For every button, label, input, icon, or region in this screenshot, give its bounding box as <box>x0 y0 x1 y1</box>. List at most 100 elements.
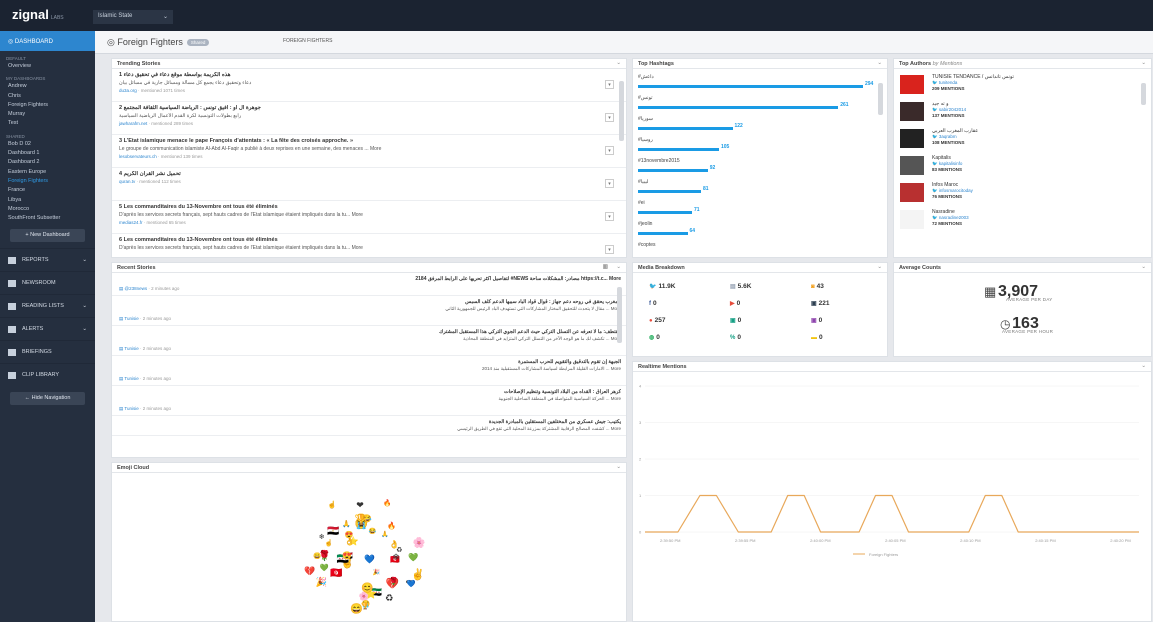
avatar[interactable] <box>900 156 924 175</box>
hashtag-label[interactable]: #روسيا <box>638 137 882 143</box>
media-stat[interactable]: ▣ 0 <box>811 317 822 324</box>
hashtag-row[interactable]: #سوريا 122 <box>633 114 887 135</box>
sidebar-item[interactable]: Bob D 02 <box>0 140 95 149</box>
hashtag-row[interactable]: #داعش 294 <box>633 72 887 93</box>
hashtag-row[interactable]: #روسيا 105 <box>633 135 887 156</box>
recent-source-link[interactable]: Tunisie <box>124 316 138 321</box>
trending-story[interactable]: 4 تحميل نشر القرآن الكريم quran.tv · ment… <box>112 168 626 201</box>
hashtag-label[interactable]: #سوريا <box>638 116 882 122</box>
chevron-down-icon[interactable]: ⌄ <box>1141 264 1146 270</box>
sidebar-item[interactable]: Test <box>0 119 95 128</box>
story-menu-button[interactable]: ▾ <box>605 245 614 254</box>
story-source-link[interactable]: medias24.fr <box>119 220 143 225</box>
story-source-link[interactable]: lesobservateurs.ch <box>119 154 157 159</box>
media-stat[interactable]: ▤ 5.6K <box>730 283 751 290</box>
media-stat[interactable]: % 0 <box>730 334 741 341</box>
sidebar-item[interactable]: Overview <box>0 62 95 71</box>
chevron-down-icon[interactable]: ⌄ <box>616 264 621 270</box>
recent-title[interactable]: المغرب يحقق في روحه دعم جهاز : قوال قواد… <box>119 299 621 305</box>
app-logo[interactable]: zignal LABS <box>12 7 64 22</box>
recent-title[interactable]: مقتطف: ما لا تعرفه عن التسلل التركي حيث … <box>119 329 621 335</box>
columns-icon[interactable]: ▥ <box>603 264 608 270</box>
story-title[interactable]: 3 L'État islamique menace le pape Franço… <box>119 138 621 144</box>
story-menu-button[interactable]: ▾ <box>605 146 614 155</box>
trending-story[interactable]: 1 هذه الكريمة بواسطة موقع دعاء في تحقيق … <box>112 69 626 102</box>
hashtag-label[interactable]: #ليبيا <box>638 179 882 185</box>
sidebar-nav-item[interactable]: ALERTS ⌄ <box>0 317 95 340</box>
chevron-down-icon[interactable]: ⌄ <box>1141 60 1146 66</box>
media-stat[interactable]: f0 <box>649 300 657 307</box>
chevron-down-icon[interactable]: ⌄ <box>616 60 621 66</box>
chevron-down-icon[interactable]: ⌄ <box>616 464 621 470</box>
recent-source-link[interactable]: @238news <box>125 286 148 291</box>
sidebar-item[interactable]: Andrew <box>0 82 95 91</box>
hashtag-label[interactable]: #jeolin <box>638 221 882 227</box>
sidebar-nav-item[interactable]: NEWSROOM <box>0 271 95 294</box>
sidebar-nav-item[interactable]: CLIP LIBRARY <box>0 363 95 386</box>
trending-story[interactable]: 6 Les commanditaires du 13-Novembre ont … <box>112 234 626 257</box>
sidebar-item[interactable]: France <box>0 186 95 195</box>
sidebar-item[interactable]: Dashboard 2 <box>0 158 95 167</box>
avatar[interactable] <box>900 183 924 202</box>
hashtag-label[interactable]: #coptes <box>638 242 882 248</box>
trending-story[interactable]: 3 L'État islamique menace le pape Franço… <box>112 135 626 168</box>
sidebar-item[interactable]: Eastern Europe <box>0 168 95 177</box>
story-title[interactable]: 4 تحميل نشر القرآن الكريم <box>119 171 621 177</box>
sidebar-item[interactable]: Murray <box>0 110 95 119</box>
story-source-link[interactable]: jawharafm.net <box>119 121 147 126</box>
media-stat[interactable]: ▶ 0 <box>730 300 740 307</box>
author-row[interactable]: عقارب المغرب العربي 🐦 3aqrabm 108 MENTIONS <box>894 126 1151 153</box>
story-source-link[interactable]: du3a.org <box>119 88 137 93</box>
story-title[interactable]: 1 هذه الكريمة بواسطة موقع دعاء في تحقيق … <box>119 72 621 78</box>
chevron-down-icon[interactable]: ⌄ <box>877 60 882 66</box>
media-stat[interactable]: ● 257 <box>649 317 665 324</box>
sidebar-item[interactable]: Foreign Fighters <box>0 177 95 186</box>
avatar[interactable] <box>900 210 924 229</box>
story-menu-button[interactable]: ▾ <box>605 212 614 221</box>
hashtag-row[interactable]: #13novembre2015 92 <box>633 156 887 177</box>
sidebar-nav-item[interactable]: READING LISTS ⌄ <box>0 294 95 317</box>
story-title[interactable]: 2 جوهرة آل او : أفيق تونس : الرياضة السي… <box>119 105 621 111</box>
hashtag-label[interactable]: #ei <box>638 200 882 206</box>
recent-story[interactable]: الجبهة إن تقوم بالتدقيق والتقويم للحرب ا… <box>112 356 626 386</box>
new-dashboard-button[interactable]: + New Dashboard <box>10 229 85 243</box>
hashtag-row[interactable]: #coptes <box>633 240 887 257</box>
media-stat[interactable]: ◍ 0 <box>649 334 660 341</box>
recent-title[interactable]: يكتيب: جيش عسكري من المختلفين المستقلين … <box>119 419 621 425</box>
recent-story[interactable]: يكتيب: جيش عسكري من المختلفين المستقلين … <box>112 416 626 436</box>
recent-title[interactable]: كرهر العراق : القداه من البلاد التونسية … <box>119 389 621 395</box>
sidebar-item[interactable]: SouthFront Subsetter <box>0 214 95 223</box>
sidebar-item[interactable]: Dashboard 1 <box>0 149 95 158</box>
recent-story[interactable]: كرهر العراق : القداه من البلاد التونسية … <box>112 386 626 416</box>
story-title[interactable]: 6 Les commanditaires du 13-Novembre ont … <box>119 237 621 243</box>
sidebar-nav-item[interactable]: BRIEFINGS <box>0 340 95 363</box>
author-row[interactable]: Nasradine 🐦 nasradine2003 72 MENTIONS <box>894 207 1151 234</box>
media-stat[interactable]: 🐦 11.9K <box>649 283 675 290</box>
hide-navigation-button[interactable]: ← Hide Navigation <box>10 392 85 406</box>
author-row[interactable]: TUNISIE TENDANCE / تونس تاندانس 🐦 tuniten… <box>894 72 1151 99</box>
trending-story[interactable]: 5 Les commanditaires du 13-Novembre ont … <box>112 201 626 234</box>
recent-title[interactable]: الجبهة إن تقوم بالتدقيق والتقويم للحرب ا… <box>119 359 621 365</box>
chevron-down-icon[interactable]: ⌄ <box>1141 363 1146 369</box>
story-menu-button[interactable]: ▾ <box>605 113 614 122</box>
story-source-link[interactable]: quran.tv <box>119 179 135 184</box>
hashtag-label[interactable]: #داعش <box>638 74 882 80</box>
chevron-down-icon[interactable]: ⌄ <box>877 264 882 270</box>
avatar[interactable] <box>900 75 924 94</box>
tab-foreign-fighters[interactable]: FOREIGN FIGHTERS <box>283 38 332 44</box>
avatar[interactable] <box>900 129 924 148</box>
sidebar-dashboard[interactable]: ◎ DASHBOARD <box>0 31 95 51</box>
story-title[interactable]: 5 Les commanditaires du 13-Novembre ont … <box>119 204 621 210</box>
scrollbar[interactable] <box>617 287 622 343</box>
scrollbar[interactable] <box>878 83 883 115</box>
hashtag-label[interactable]: #تونس <box>638 95 882 101</box>
media-stat[interactable]: ▣ 0 <box>730 317 741 324</box>
story-menu-button[interactable]: ▾ <box>605 179 614 188</box>
sidebar-item[interactable]: Morocco <box>0 205 95 214</box>
author-row[interactable]: Kapitalis 🐦 kapitalisinfo 83 MENTIONS <box>894 153 1151 180</box>
recent-title[interactable]: 2184 لتفاصيل أكثر تحريها على الرابط المر… <box>119 276 621 282</box>
hashtag-row[interactable]: #تونس 261 <box>633 93 887 114</box>
media-stat[interactable]: ▣ 221 <box>811 300 830 307</box>
author-row[interactable]: و ته جيد 🐦 sabir2042014 137 MENTIONS <box>894 99 1151 126</box>
hashtag-row[interactable]: #jeolin 64 <box>633 219 887 240</box>
